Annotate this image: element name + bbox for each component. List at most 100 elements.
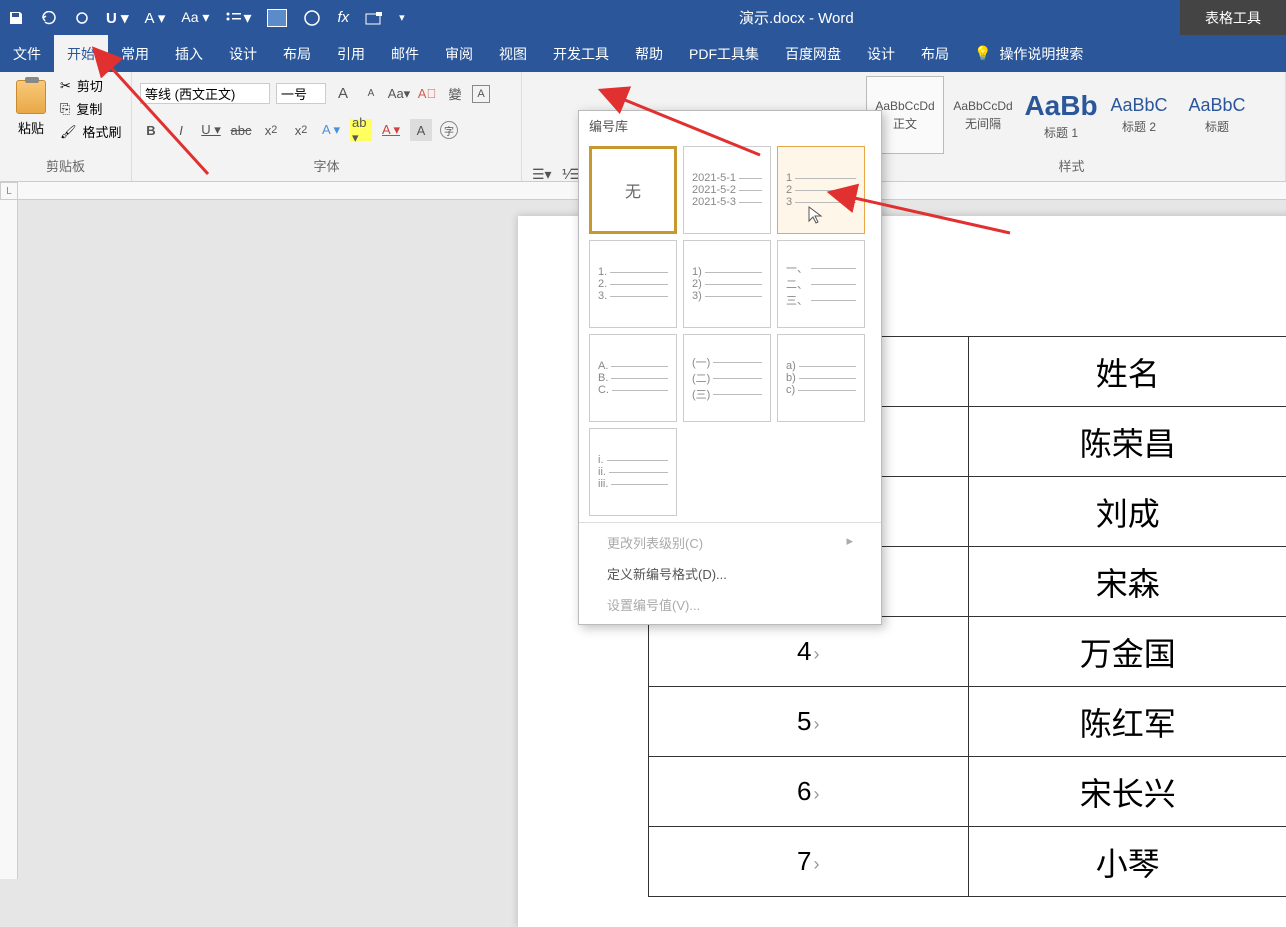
tab-references[interactable]: 引用: [324, 35, 378, 72]
strikethrough-button[interactable]: abc: [230, 119, 252, 141]
tab-review[interactable]: 审阅: [432, 35, 486, 72]
subscript-button[interactable]: x2: [260, 119, 282, 141]
style-title[interactable]: AaBbC 标题: [1178, 76, 1256, 154]
num-opt-line: 1): [692, 266, 702, 278]
table-cell[interactable]: 小琴: [968, 827, 1286, 897]
tab-insert[interactable]: 插入: [162, 35, 216, 72]
copy-button[interactable]: ⎘复制: [60, 99, 122, 118]
shape-circle-icon[interactable]: [303, 9, 321, 27]
numbering-option-paren[interactable]: 1) 2) 3): [683, 240, 771, 328]
tab-pdf[interactable]: PDF工具集: [676, 35, 772, 72]
numbering-option-alpha[interactable]: A. B. C.: [589, 334, 677, 422]
numbering-option-cjk[interactable]: 一、 二、 三、: [777, 240, 865, 328]
tab-mail[interactable]: 邮件: [378, 35, 432, 72]
underline-icon[interactable]: U ▾: [106, 9, 129, 27]
redo-icon[interactable]: [74, 11, 90, 25]
numbering-option-dot[interactable]: 1. 2. 3.: [589, 240, 677, 328]
tab-help[interactable]: 帮助: [622, 35, 676, 72]
style-preview: AaBbC: [1110, 95, 1167, 116]
numbering-option-alpha-paren[interactable]: a) b) c): [777, 334, 865, 422]
define-new-format[interactable]: 定义新编号格式(D)...: [579, 558, 881, 589]
tab-view[interactable]: 视图: [486, 35, 540, 72]
numbering-option-roman[interactable]: i. ii. iii.: [589, 428, 677, 516]
table-header-name[interactable]: 姓名: [968, 337, 1286, 407]
num-opt-line: c): [786, 384, 795, 396]
num-opt-line: 1: [786, 172, 792, 184]
cell-marker: ›: [813, 714, 819, 734]
cut-button[interactable]: ✂剪切: [60, 76, 122, 95]
change-case-icon[interactable]: Aa ▾: [181, 9, 209, 26]
tab-developer[interactable]: 开发工具: [540, 35, 622, 72]
num-opt-line: 2.: [598, 278, 607, 290]
enclose-char-button[interactable]: 字: [440, 121, 458, 139]
superscript-button[interactable]: x2: [290, 119, 312, 141]
font-color-button[interactable]: A ▾: [380, 119, 402, 141]
table-cell[interactable]: 刘成: [968, 477, 1286, 547]
num-opt-line: (二): [692, 370, 710, 386]
numbering-option-dates[interactable]: 2021-5-1 2021-5-2 2021-5-3: [683, 146, 771, 234]
table-cell[interactable]: 宋长兴: [968, 757, 1286, 827]
tab-home[interactable]: 开始: [54, 35, 108, 72]
char-shading-button[interactable]: A: [410, 119, 432, 141]
styles-group: AaBbCcDd 正文 AaBbCcDd 无间隔 AaBb 标题 1 AaBbC…: [858, 72, 1286, 181]
cell-marker: ›: [813, 854, 819, 874]
tab-file[interactable]: 文件: [0, 35, 54, 72]
italic-button[interactable]: I: [170, 119, 192, 141]
style-name: 标题: [1205, 118, 1229, 135]
numbering-option-plain[interactable]: 1 2 3: [777, 146, 865, 234]
numbering-option-none[interactable]: 无: [589, 146, 677, 234]
table-cell[interactable]: 5›: [649, 687, 969, 757]
font-name-select[interactable]: [140, 83, 270, 104]
shape-rect-icon[interactable]: [267, 9, 287, 27]
tab-table-layout[interactable]: 布局: [908, 35, 962, 72]
title-bar: U ▾ A ▾ Aa ▾ ▾ fx ▾ 演示.docx - Word 表格工具: [0, 0, 1286, 35]
bullets-button[interactable]: ☰▾: [532, 166, 552, 183]
change-case-button[interactable]: Aa▾: [388, 83, 410, 105]
char-border-icon[interactable]: A: [472, 85, 490, 103]
grow-font-icon[interactable]: A: [332, 83, 354, 105]
tab-common[interactable]: 常用: [108, 35, 162, 72]
tab-design[interactable]: 设计: [216, 35, 270, 72]
brush-icon: 🖌: [60, 124, 77, 140]
highlight-button[interactable]: ab ▾: [350, 119, 372, 141]
text-effects-button[interactable]: A ▾: [320, 119, 342, 141]
qat-more-icon[interactable]: ▾: [399, 11, 405, 24]
set-numbering-value: 设置编号值(V)...: [579, 589, 881, 620]
table-cell[interactable]: 宋森: [968, 547, 1286, 617]
paste-button[interactable]: 粘贴: [8, 76, 54, 154]
style-preview: AaBbCcDd: [875, 99, 934, 113]
table-cell[interactable]: 万金国: [968, 617, 1286, 687]
tab-baidu[interactable]: 百度网盘: [772, 35, 854, 72]
font-color-icon[interactable]: A ▾: [145, 9, 166, 27]
vertical-ruler[interactable]: [0, 200, 18, 879]
style-heading1[interactable]: AaBb 标题 1: [1022, 76, 1100, 154]
save-icon[interactable]: [8, 10, 24, 26]
bullets-icon[interactable]: ▾: [225, 8, 251, 28]
style-no-spacing[interactable]: AaBbCcDd 无间隔: [944, 76, 1022, 154]
font-size-select[interactable]: [276, 83, 326, 104]
paste-label: 粘贴: [18, 118, 44, 137]
pinyin-icon[interactable]: 變: [444, 83, 466, 105]
underline-button[interactable]: U ▾: [200, 119, 222, 141]
cell-number: 7: [797, 846, 811, 876]
tell-me-search[interactable]: 💡 操作说明搜索: [962, 35, 1095, 72]
table-tools-tab[interactable]: 表格工具: [1180, 0, 1286, 35]
format-painter-button[interactable]: 🖌格式刷: [60, 122, 122, 141]
numbering-option-cjk-paren[interactable]: (一) (二) (三): [683, 334, 771, 422]
table-cell[interactable]: 6›: [649, 757, 969, 827]
table-cell[interactable]: 7›: [649, 827, 969, 897]
tab-layout[interactable]: 布局: [270, 35, 324, 72]
tab-table-design[interactable]: 设计: [854, 35, 908, 72]
table-cell[interactable]: 陈红军: [968, 687, 1286, 757]
shrink-font-icon[interactable]: A: [360, 83, 382, 105]
style-name: 标题 2: [1122, 118, 1156, 135]
clear-format-icon[interactable]: A⃠: [416, 83, 438, 105]
screenshot-icon[interactable]: [365, 11, 383, 25]
style-more[interactable]: Aa: [1256, 76, 1277, 154]
table-cell[interactable]: 4›: [649, 617, 969, 687]
table-cell[interactable]: 陈荣昌: [968, 407, 1286, 477]
style-heading2[interactable]: AaBbC 标题 2: [1100, 76, 1178, 154]
undo-icon[interactable]: [40, 11, 58, 25]
bold-button[interactable]: B: [140, 119, 162, 141]
formula-icon[interactable]: fx: [337, 9, 349, 26]
